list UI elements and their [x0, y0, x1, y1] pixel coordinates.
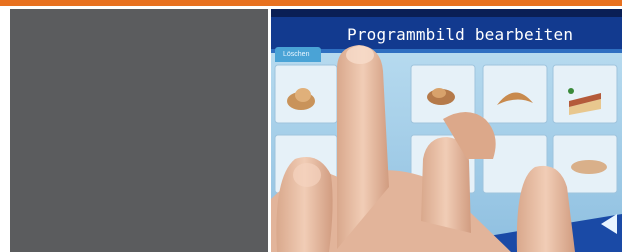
- screen-title: Programmbild bearbeiten: [347, 25, 574, 44]
- tile: [552, 64, 618, 124]
- delete-tab: Löschen: [275, 47, 321, 62]
- touchscreen-photo: Programmbild bearbeiten Löschen: [271, 9, 622, 252]
- plate-icon: [571, 160, 607, 174]
- left-placeholder-panel: [10, 9, 268, 252]
